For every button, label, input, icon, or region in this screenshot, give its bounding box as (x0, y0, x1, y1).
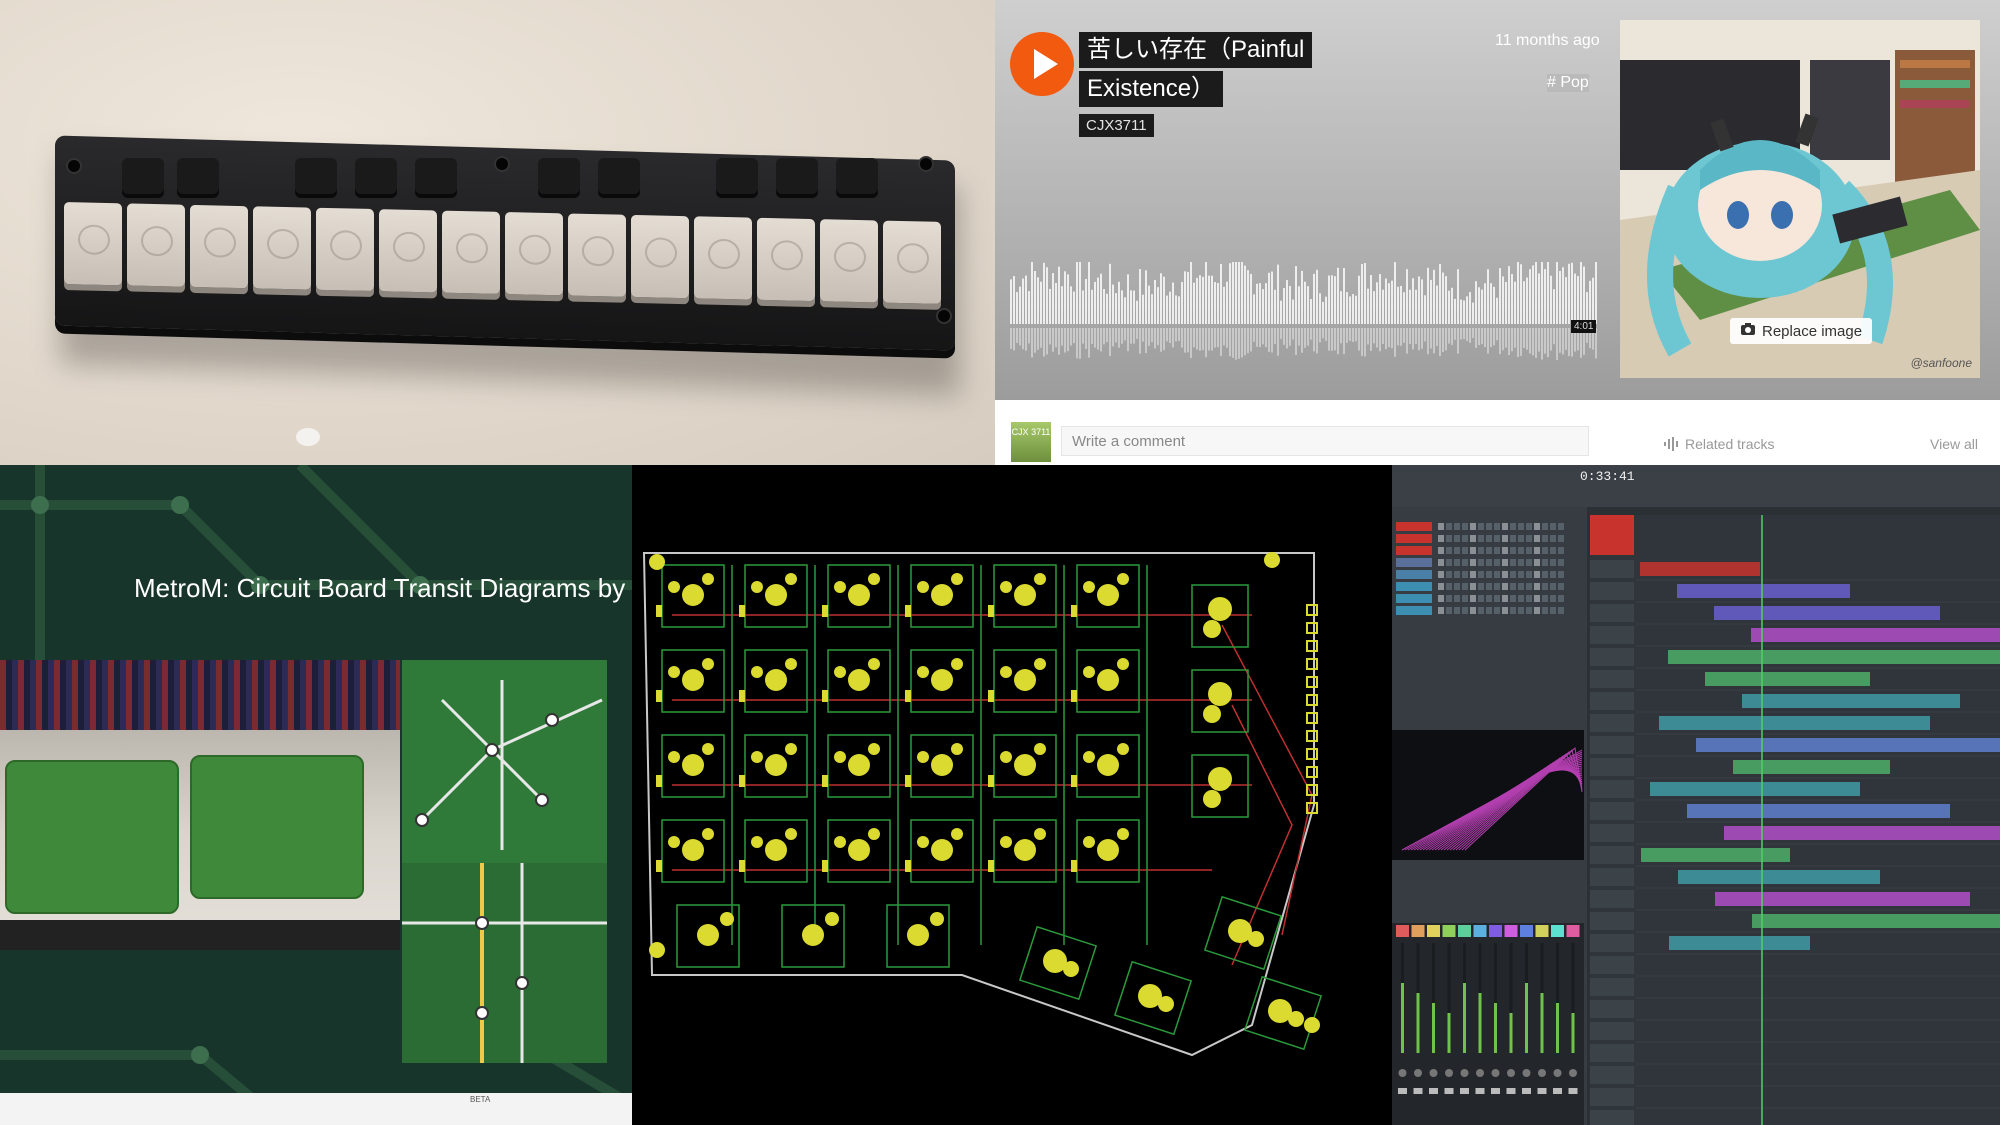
metrom-panel: MetroM: Circuit Board Transit Diagrams b… (0, 465, 632, 1125)
screw (936, 308, 952, 324)
pcb-board (190, 755, 364, 899)
beta-badge: BETA (470, 1095, 491, 1104)
daw-clock: 0:33:41 (1580, 469, 1635, 484)
screw (918, 156, 934, 172)
waveform[interactable] (1010, 262, 1598, 367)
screw (494, 156, 510, 172)
transit-map (402, 863, 607, 1063)
pcb-layout (642, 552, 1323, 1057)
play-button[interactable] (1010, 32, 1074, 96)
metrom-title: MetroM: Circuit Board Transit Diagrams b… (134, 573, 626, 603)
pcb-board (5, 760, 179, 914)
playlist (1590, 515, 2000, 1125)
spectrum-graph (1392, 730, 1584, 860)
comment-strip: CJX 3711 Write a comment Related tracks … (995, 400, 2000, 465)
pebble (296, 428, 320, 446)
pcb-layout-panel (632, 465, 1392, 1125)
transit-map (415, 680, 603, 850)
artwork-credit: @sanfoone (1910, 356, 1972, 370)
daw-toolbar: 0:33:41 (1392, 465, 2000, 507)
track-title-line2: Existence） (1079, 71, 1224, 107)
keyboard-white-keys (64, 202, 944, 322)
daw-panel: 0:33:41 (1392, 465, 2000, 1125)
mixer (1392, 923, 1584, 1125)
related-tracks-heading: Related tracks (1663, 436, 1774, 455)
genre-tag[interactable]: # Pop (1547, 74, 1589, 92)
posted-time: 11 months ago (1495, 32, 1600, 49)
track-artwork: Replace image @sanfoone (1620, 20, 1980, 378)
comment-input[interactable]: Write a comment (1061, 426, 1589, 456)
metrom-footer: BETA (0, 1093, 632, 1125)
music-track-panel: 苦しい存在（Painful Existence） CJX3711 11 mont… (995, 0, 2000, 400)
related-tracks-label: Related tracks (1685, 436, 1775, 453)
channel-rack-rows (1396, 522, 1564, 615)
view-all-link[interactable]: View all (1930, 436, 1978, 452)
keyboard-black-keys (110, 158, 930, 208)
transit-map-card (402, 863, 607, 1063)
screw (66, 158, 82, 174)
camera-icon (1740, 322, 1756, 340)
artist-name[interactable]: CJX3711 (1079, 114, 1154, 137)
keyboard-photo (0, 0, 995, 465)
track-duration: 4:01 (1571, 320, 1597, 333)
pcb-strip (0, 660, 400, 730)
replace-image-label: Replace image (1762, 322, 1863, 340)
track-title-line1: 苦しい存在（Painful (1079, 32, 1313, 68)
waveform-icon (1663, 436, 1679, 455)
avatar: CJX 3711 (1011, 422, 1051, 462)
replace-image-button[interactable]: Replace image (1730, 318, 1873, 344)
